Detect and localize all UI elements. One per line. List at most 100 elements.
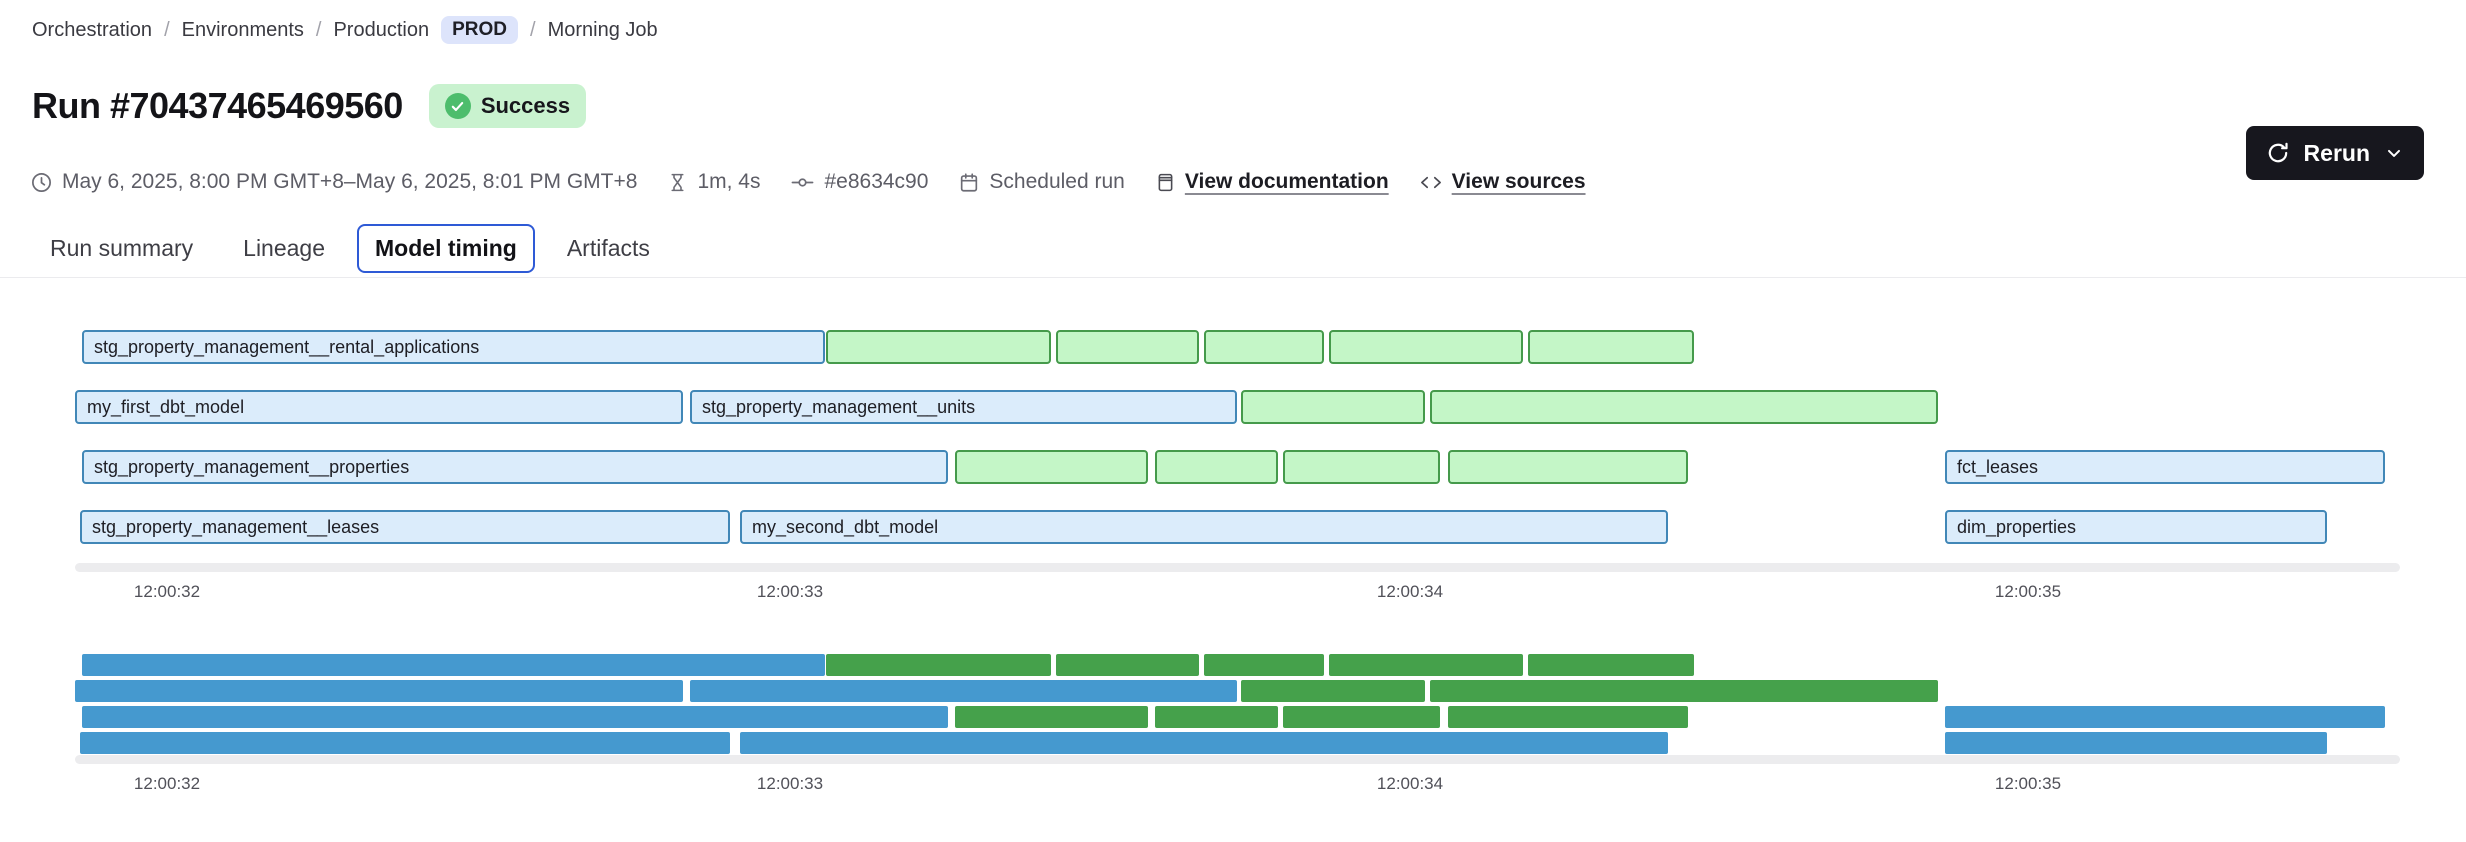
gantt-bar-stg_property_management__rental_applications[interactable]: stg_property_management__rental_applicat… <box>82 330 825 364</box>
minimap-bar <box>740 732 1668 754</box>
gantt-test-bar[interactable] <box>1155 450 1278 484</box>
tab-artifacts[interactable]: Artifacts <box>549 224 668 273</box>
view-sources[interactable]: View sources <box>1419 170 1586 194</box>
rerun-button[interactable]: Rerun <box>2246 126 2424 180</box>
minimap-row <box>75 732 2400 754</box>
minimap-bar <box>955 706 1148 728</box>
gantt-bar-label: stg_property_management__properties <box>84 452 946 482</box>
gantt-bar-stg_property_management__units[interactable]: stg_property_management__units <box>690 390 1237 424</box>
page-title: Run #70437465469560 <box>32 85 403 127</box>
success-check-icon <box>445 93 471 119</box>
minimap-bar <box>1056 654 1199 676</box>
minimap-bar <box>1283 706 1440 728</box>
model-timing-gantt: stg_property_management__rental_applicat… <box>75 330 2400 545</box>
commit-sha: #e8634c90 <box>790 170 928 194</box>
breadcrumb-production[interactable]: Production <box>333 19 429 42</box>
time-tick: 12:00:32 <box>134 582 200 602</box>
tab-run-summary[interactable]: Run summary <box>32 224 211 273</box>
status-badge: Success <box>429 84 586 128</box>
chevron-down-icon <box>2384 143 2404 163</box>
gantt-bar-my_second_dbt_model[interactable]: my_second_dbt_model <box>740 510 1668 544</box>
gantt-bar-stg_property_management__properties[interactable]: stg_property_management__properties <box>82 450 948 484</box>
run-tabs: Run summary Lineage Model timing Artifac… <box>32 224 668 273</box>
gantt-bar-label: fct_leases <box>1947 452 2383 482</box>
gantt-test-bar[interactable] <box>1283 450 1440 484</box>
gantt-test-bar[interactable] <box>1204 330 1324 364</box>
view-sources-link[interactable]: View sources <box>1452 170 1586 194</box>
gantt-test-bar[interactable] <box>1430 390 1938 424</box>
breadcrumb-separator: / <box>164 19 170 42</box>
minimap-bar <box>1204 654 1324 676</box>
gantt-bar-fct_leases[interactable]: fct_leases <box>1945 450 2385 484</box>
breadcrumb: Orchestration / Environments / Productio… <box>32 16 658 44</box>
run-trigger: Scheduled run <box>958 170 1124 194</box>
time-tick: 12:00:35 <box>1995 774 2061 794</box>
document-icon <box>1155 171 1176 194</box>
run-detail-page: Orchestration / Environments / Productio… <box>0 0 2466 842</box>
minimap-bar <box>80 732 730 754</box>
gantt-bar-stg_property_management__leases[interactable]: stg_property_management__leases <box>80 510 730 544</box>
status-badge-label: Success <box>481 93 570 119</box>
view-documentation[interactable]: View documentation <box>1155 170 1389 194</box>
gantt-row: stg_property_management__properties fct_l… <box>75 450 2400 484</box>
minimap-bar <box>1241 680 1425 702</box>
gantt-bar-my_first_dbt_model[interactable]: my_first_dbt_model <box>75 390 683 424</box>
run-meta-row: May 6, 2025, 8:00 PM GMT+8–May 6, 2025, … <box>30 170 1586 194</box>
git-commit-icon <box>790 171 815 194</box>
breadcrumb-separator: / <box>316 19 322 42</box>
run-time-range-label: May 6, 2025, 8:00 PM GMT+8–May 6, 2025, … <box>62 170 637 194</box>
breadcrumb-orchestration[interactable]: Orchestration <box>32 19 152 42</box>
minimap-bar <box>1155 706 1278 728</box>
gantt-bar-label: my_second_dbt_model <box>742 512 1666 542</box>
gantt-bar-label: stg_property_management__units <box>692 392 1235 422</box>
minimap-bar <box>690 680 1237 702</box>
gantt-test-bar[interactable] <box>1528 330 1694 364</box>
run-trigger-label: Scheduled run <box>989 170 1124 194</box>
gantt-test-bar[interactable] <box>1448 450 1688 484</box>
gantt-row: stg_property_management__rental_applicat… <box>75 330 2400 364</box>
gantt-test-bar[interactable] <box>826 330 1051 364</box>
gantt-bar-dim_properties[interactable]: dim_properties <box>1945 510 2327 544</box>
run-time-range: May 6, 2025, 8:00 PM GMT+8–May 6, 2025, … <box>30 170 637 194</box>
minimap-row <box>75 706 2400 728</box>
time-tick: 12:00:33 <box>757 774 823 794</box>
calendar-icon <box>958 171 980 194</box>
breadcrumb-separator: / <box>530 19 536 42</box>
time-tick: 12:00:34 <box>1377 582 1443 602</box>
gantt-test-bar[interactable] <box>955 450 1148 484</box>
tab-lineage[interactable]: Lineage <box>225 224 343 273</box>
gantt-bar-label: stg_property_management__rental_applicat… <box>84 332 823 362</box>
breadcrumb-environments[interactable]: Environments <box>182 19 304 42</box>
gantt-bar-label: my_first_dbt_model <box>77 392 681 422</box>
hourglass-icon <box>667 171 688 194</box>
gantt-test-bar[interactable] <box>1056 330 1199 364</box>
minimap-bar <box>1329 654 1523 676</box>
view-documentation-link[interactable]: View documentation <box>1185 170 1389 194</box>
title-row: Run #70437465469560 Success <box>32 84 586 128</box>
tab-model-timing[interactable]: Model timing <box>357 224 535 273</box>
time-tick: 12:00:33 <box>757 582 823 602</box>
minimap-bar <box>1945 706 2385 728</box>
run-duration: 1m, 4s <box>667 170 760 194</box>
prod-environment-badge: PROD <box>441 16 518 44</box>
time-tick: 12:00:32 <box>134 774 200 794</box>
minimap-time-axis: 12:00:32 12:00:33 12:00:34 12:00:35 <box>75 774 2400 796</box>
gantt-test-bar[interactable] <box>1329 330 1523 364</box>
minimap-horizontal-scrollbar[interactable] <box>75 755 2400 764</box>
time-tick: 12:00:34 <box>1377 774 1443 794</box>
minimap-row <box>75 654 2400 676</box>
gantt-minimap[interactable] <box>75 654 2400 754</box>
clock-icon <box>30 171 53 194</box>
breadcrumb-current-morning-job: Morning Job <box>548 19 658 42</box>
minimap-bar <box>82 654 825 676</box>
commit-sha-label: #e8634c90 <box>824 170 928 194</box>
gantt-test-bar[interactable] <box>1241 390 1425 424</box>
refresh-icon <box>2266 141 2290 165</box>
code-icon <box>1419 171 1443 194</box>
gantt-horizontal-scrollbar[interactable] <box>75 563 2400 572</box>
time-tick: 12:00:35 <box>1995 582 2061 602</box>
gantt-row: my_first_dbt_model stg_property_managemen… <box>75 390 2400 424</box>
minimap-bar <box>1528 654 1694 676</box>
gantt-bar-label: dim_properties <box>1947 512 2325 542</box>
run-duration-label: 1m, 4s <box>697 170 760 194</box>
